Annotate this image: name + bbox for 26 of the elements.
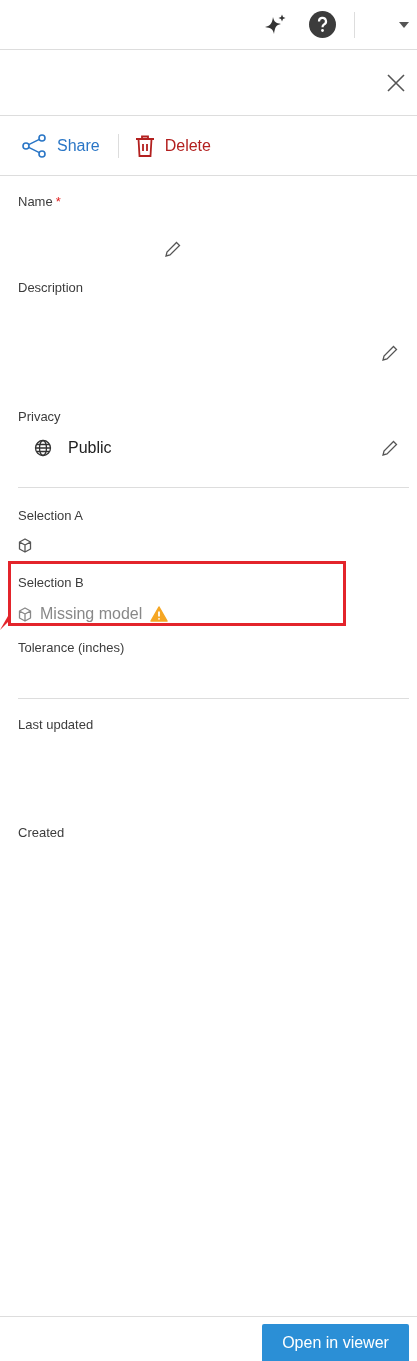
field-label: Selection B [18, 575, 84, 591]
field-label: Tolerance (inches) [18, 640, 125, 656]
edit-icon[interactable] [381, 439, 399, 457]
share-button[interactable]: Share [22, 129, 100, 162]
field-label: Description [18, 280, 84, 296]
field-label: Last updated [18, 717, 94, 733]
globe-icon [34, 439, 52, 457]
help-icon[interactable] [309, 11, 336, 38]
dropdown-caret-icon[interactable] [399, 21, 409, 28]
delete-button[interactable]: Delete [134, 130, 211, 161]
arrow-tip-icon [0, 616, 8, 630]
trash-icon [134, 134, 155, 157]
share-icon [22, 133, 47, 158]
required-mark: * [55, 194, 61, 209]
selection-value: Missing model [40, 605, 143, 623]
open-in-viewer-button[interactable]: Open in viewer [262, 1324, 409, 1361]
cube-icon [18, 606, 32, 622]
field-label: Name * [18, 194, 61, 210]
edit-icon[interactable] [381, 344, 399, 362]
privacy-value: Public [68, 439, 112, 457]
close-icon[interactable] [387, 73, 405, 92]
edit-icon[interactable] [164, 240, 182, 258]
field-label: Created [18, 825, 65, 841]
field-label: Selection A [18, 508, 84, 524]
cube-icon [18, 538, 32, 553]
field-label: Privacy [18, 409, 61, 425]
